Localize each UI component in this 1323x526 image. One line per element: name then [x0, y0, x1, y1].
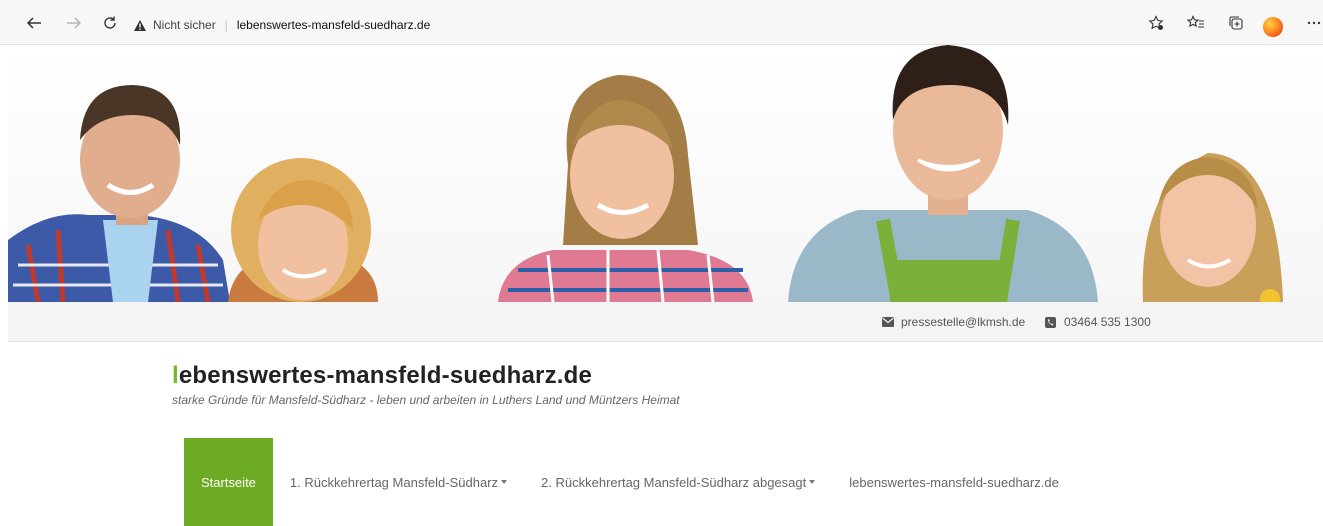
collections-icon[interactable] [1225, 12, 1247, 34]
menu-item-home-domain[interactable]: lebenswertes-mansfeld-suedharz.de [832, 438, 1076, 526]
menu-item-label: 2. Rückkehrertag Mansfeld-Südharz abgesa… [541, 474, 807, 490]
site-title-rest: ebenswertes-mansfeld-suedharz.de [178, 362, 593, 389]
menu-item-rueckkehrertag-2[interactable]: 2. Rückkehrertag Mansfeld-Südharz abgesa… [524, 438, 832, 526]
main-menu: Startseite 1. Rückkehrertag Mansfeld-Süd… [184, 438, 1076, 526]
person-man-green-apron [788, 45, 1098, 302]
phone-text[interactable]: 03464 535 1300 [1064, 315, 1151, 329]
caret-down-icon [501, 480, 508, 484]
menu-item-label: lebenswertes-mansfeld-suedharz.de [849, 474, 1059, 490]
profile-avatar[interactable] [1263, 17, 1283, 37]
menu-item-rueckkehrertag-1[interactable]: 1. Rückkehrertag Mansfeld-Südharz [273, 438, 524, 526]
favorites-icon[interactable] [1185, 12, 1207, 34]
url-text[interactable]: lebenswertes-mansfeld-suedharz.de [237, 18, 430, 32]
insecure-label: Nicht sicher [153, 18, 216, 32]
envelope-icon [882, 317, 894, 327]
favorite-add-icon[interactable] [1145, 12, 1167, 34]
warning-icon [133, 18, 147, 32]
menu-item-label: 1. Rückkehrertag Mansfeld-Südharz [289, 474, 499, 490]
address-bar[interactable]: Nicht sicher | lebenswertes-mansfeld-sue… [133, 12, 1133, 38]
site-title[interactable]: lebenswertes-mansfeld-suedharz.de [172, 362, 592, 390]
site-tagline: starke Gründe für Mansfeld-Südharz - leb… [172, 393, 680, 407]
forward-icon[interactable] [62, 11, 86, 35]
phone-contact[interactable]: 03464 535 1300 [1045, 315, 1151, 329]
person-man-plaid [8, 85, 230, 302]
phone-icon [1045, 317, 1057, 328]
person-woman-blonde [228, 158, 378, 302]
person-woman-pink-plaid [498, 75, 753, 302]
email-contact[interactable]: pressestelle@lkmsh.de [882, 315, 1025, 329]
reload-icon[interactable] [98, 11, 122, 35]
browser-toolbar: Nicht sicher | lebenswertes-mansfeld-sue… [0, 0, 1323, 45]
site-title-first-letter: l [172, 362, 179, 389]
menu-item-label: Startseite [201, 474, 256, 490]
menu-item-startseite[interactable]: Startseite [184, 438, 273, 526]
contact-bar: pressestelle@lkmsh.de 03464 535 1300 [8, 302, 1323, 342]
more-icon[interactable] [1303, 12, 1323, 34]
email-text[interactable]: pressestelle@lkmsh.de [901, 315, 1025, 329]
back-icon[interactable] [22, 11, 46, 35]
caret-down-icon [809, 480, 816, 484]
address-separator: | [224, 18, 228, 32]
person-woman-right [1142, 153, 1283, 302]
people-banner-image [8, 45, 1323, 302]
